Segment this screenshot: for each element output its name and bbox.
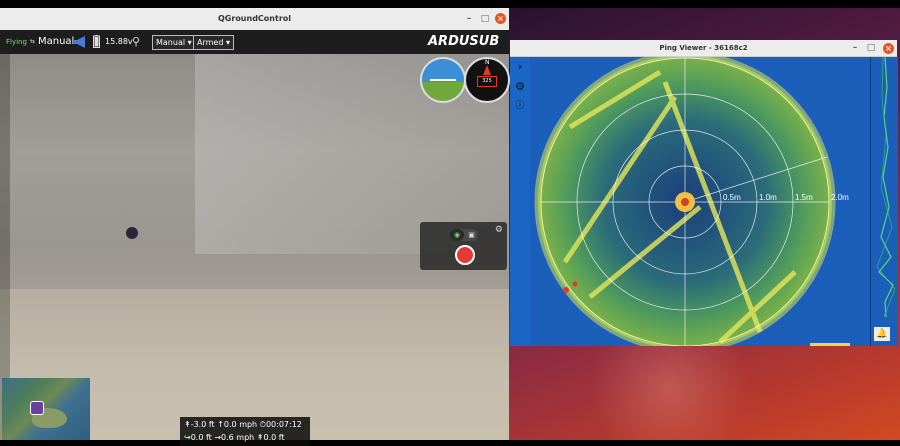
range-label-2: 1.5m: [795, 193, 813, 202]
altitude-value: -3.0 ft: [190, 420, 215, 429]
qgc-titlebar[interactable]: QGroundControl – □ ×: [0, 8, 509, 31]
megaphone-icon[interactable]: [74, 30, 88, 54]
telemetry-row-2: ↪0.0 ft →0.6 mph ↟0.0 ft: [184, 431, 306, 444]
attitude-ground: [422, 82, 464, 101]
vspeed-icon: ↑: [217, 420, 224, 429]
battery-icon[interactable]: [93, 30, 100, 54]
sonar-target-1: [563, 287, 569, 293]
bell-icon[interactable]: 🔔: [874, 327, 890, 341]
record-button[interactable]: [455, 245, 475, 265]
ping-close-icon[interactable]: ×: [883, 43, 894, 54]
gear-icon[interactable]: ⚙: [495, 225, 503, 235]
vehicle-icon: [30, 401, 44, 415]
range-label-1: 1.0m: [759, 193, 777, 202]
expand-chevron-icon[interactable]: ›: [514, 61, 526, 73]
mini-map[interactable]: [2, 378, 90, 440]
battery-svg: [93, 35, 100, 48]
qgc-window[interactable]: QGroundControl – □ × Flying ⇆ Manual 15.…: [0, 8, 510, 446]
qgc-title: QGroundControl: [218, 14, 291, 23]
range-label-0: 0.5m: [723, 193, 741, 202]
ardusub-logo: ARDUSUB: [428, 34, 500, 49]
vspeed-value: 0.0 mph: [223, 420, 258, 429]
flight-mode-label[interactable]: Manual: [38, 30, 74, 54]
sonar-svg: 0.5m 1.0m 1.5m 2.0m: [534, 57, 849, 346]
telemetry-row-1: ↟-3.0 ft ↑0.0 mph ⏱00:07:12: [184, 418, 306, 431]
mode-icon: ⇆: [30, 38, 36, 45]
close-icon[interactable]: ×: [495, 13, 506, 24]
ping-sidebar: › ⚙ ⓘ: [510, 57, 530, 346]
flight-status[interactable]: Flying: [6, 30, 27, 54]
photo-mode-icon[interactable]: ▣: [465, 229, 478, 241]
qgc-toolbar: Flying ⇆ Manual 15.88v ⚲ Manual ▾ Armed …: [0, 30, 509, 54]
distance-icon: ↪: [184, 433, 191, 442]
hspeed-value: 0.6 mph: [221, 433, 255, 442]
waterfall-panel[interactable]: 🔔: [870, 56, 898, 346]
mode-dropdown[interactable]: Manual ▾: [152, 35, 196, 50]
video-mode-icon[interactable]: ◉: [450, 229, 464, 241]
range-label-3: 2.0m: [831, 193, 849, 202]
remote-signal-icon[interactable]: ⚲: [132, 30, 140, 54]
flight-time-value: 00:07:12: [265, 420, 302, 429]
ping-title: Ping Viewer - 36168c2: [659, 44, 748, 52]
compass-arrow-icon: [483, 65, 491, 75]
ping-viewer-window[interactable]: Ping Viewer - 36168c2 – □ × › ⚙ ⓘ 0.5m 1…: [510, 40, 898, 346]
arm-dropdown[interactable]: Armed ▾: [193, 35, 234, 50]
attitude-indicator: [420, 57, 466, 103]
sonar-display[interactable]: 0.5m 1.0m 1.5m 2.0m: [530, 57, 870, 346]
settings-gear-icon[interactable]: ⚙: [514, 81, 526, 93]
ping-titlebar[interactable]: Ping Viewer - 36168c2 – □ ×: [510, 40, 897, 57]
depth-indicator-bar: [810, 343, 850, 346]
sonar-target-2: [572, 281, 578, 287]
sonar-center-core: [681, 198, 689, 206]
home-distance-value: 0.0 ft: [263, 433, 285, 442]
minimize-icon[interactable]: –: [462, 8, 476, 30]
attitude-bar: [430, 79, 456, 81]
waterfall-svg: [876, 56, 896, 318]
compass-indicator: N 325: [464, 57, 510, 103]
maximize-icon[interactable]: □: [478, 8, 492, 30]
ping-minimize-icon[interactable]: –: [848, 40, 862, 56]
camera-panel: ◉ ▣ ⚙: [420, 222, 507, 270]
battery-voltage[interactable]: 15.88v: [105, 30, 133, 54]
arm-dropdown-value: Armed: [197, 38, 224, 47]
altitude-icon: ↟: [184, 420, 191, 429]
home-icon: ↟: [256, 433, 264, 442]
distance-value: 0.0 ft: [190, 433, 212, 442]
ping-maximize-icon[interactable]: □: [864, 40, 878, 56]
mode-dropdown-value: Manual: [156, 38, 186, 47]
info-icon[interactable]: ⓘ: [514, 100, 526, 112]
video-object: [126, 227, 138, 239]
megaphone-svg: [74, 36, 85, 48]
compass-heading: 325: [477, 76, 497, 87]
